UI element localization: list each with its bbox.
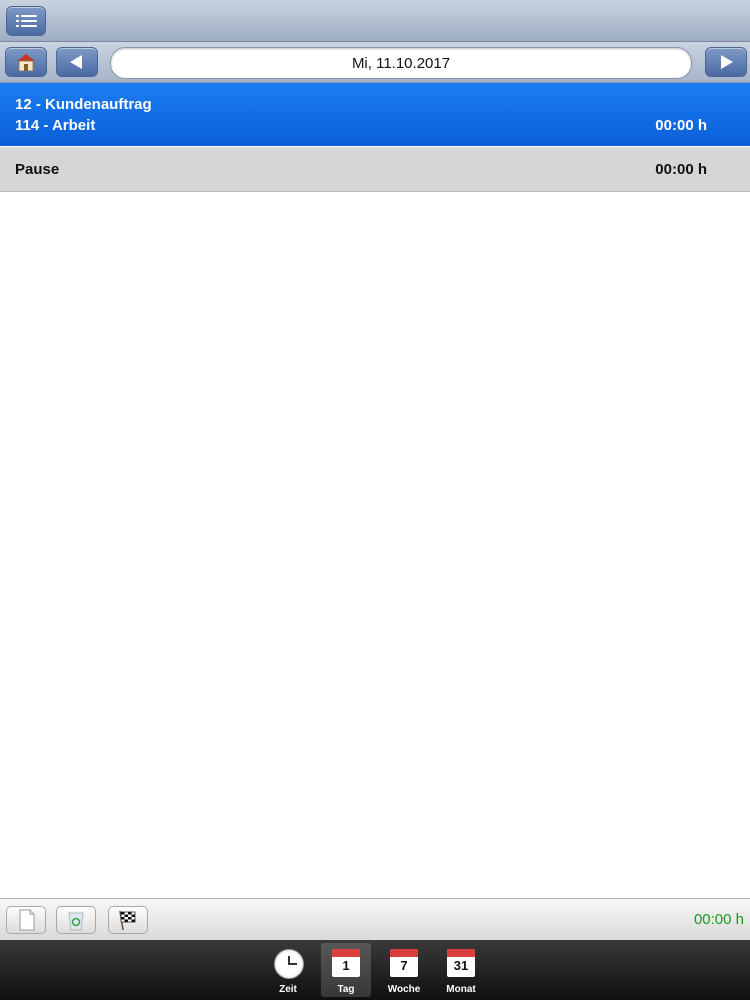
total-time: 00:00 h xyxy=(693,911,744,928)
new-document-icon xyxy=(19,909,35,931)
list-item[interactable]: 12 - Kundenauftrag 114 - Arbeit 00:00 h xyxy=(0,83,750,146)
calendar-icon: 31 xyxy=(447,949,475,977)
pause-time: 00:00 h xyxy=(655,161,707,178)
date-display[interactable]: Mi, 11.10.2017 xyxy=(110,47,692,79)
delete-entry-button[interactable] xyxy=(56,906,96,934)
tab-zeit[interactable]: Zeit xyxy=(263,943,313,997)
recycle-bin-icon xyxy=(68,912,84,931)
pause-label: Pause xyxy=(15,161,60,178)
date-navigation-bar: Mi, 11.10.2017 xyxy=(0,42,750,83)
tab-woche[interactable]: 7 Woche xyxy=(379,943,429,997)
list-item[interactable]: Pause 00:00 h xyxy=(0,147,750,192)
tab-label: Tag xyxy=(337,984,355,995)
home-button[interactable] xyxy=(5,47,47,77)
calendar-icon: 1 xyxy=(332,949,360,977)
calendar-icon: 7 xyxy=(390,949,418,977)
menu-button[interactable] xyxy=(6,6,46,36)
tab-tag[interactable]: 1 Tag xyxy=(321,943,371,997)
finish-day-button[interactable] xyxy=(108,906,148,934)
title-bar xyxy=(0,0,750,42)
clock-icon xyxy=(274,949,304,979)
previous-day-button[interactable] xyxy=(56,47,98,77)
current-date: Mi, 11.10.2017 xyxy=(351,54,451,72)
tab-bar: Zeit 1 Tag 7 Woche 31 Monat xyxy=(0,940,750,1000)
entry-time: 00:00 h xyxy=(655,117,707,134)
next-day-button[interactable] xyxy=(705,47,747,77)
arrow-right-icon xyxy=(721,55,733,69)
activity-label: 114 - Arbeit xyxy=(15,117,96,134)
home-icon xyxy=(17,54,35,71)
tab-label: Woche xyxy=(387,984,421,995)
bottom-toolbar: 00:00 h xyxy=(0,898,750,941)
tab-monat[interactable]: 31 Monat xyxy=(436,943,486,997)
tab-label: Monat xyxy=(446,984,476,995)
checkered-flag-icon xyxy=(119,910,136,931)
order-label: 12 - Kundenauftrag xyxy=(15,96,152,113)
new-entry-button[interactable] xyxy=(6,906,46,934)
arrow-left-icon xyxy=(70,55,82,69)
tab-label: Zeit xyxy=(279,984,297,995)
